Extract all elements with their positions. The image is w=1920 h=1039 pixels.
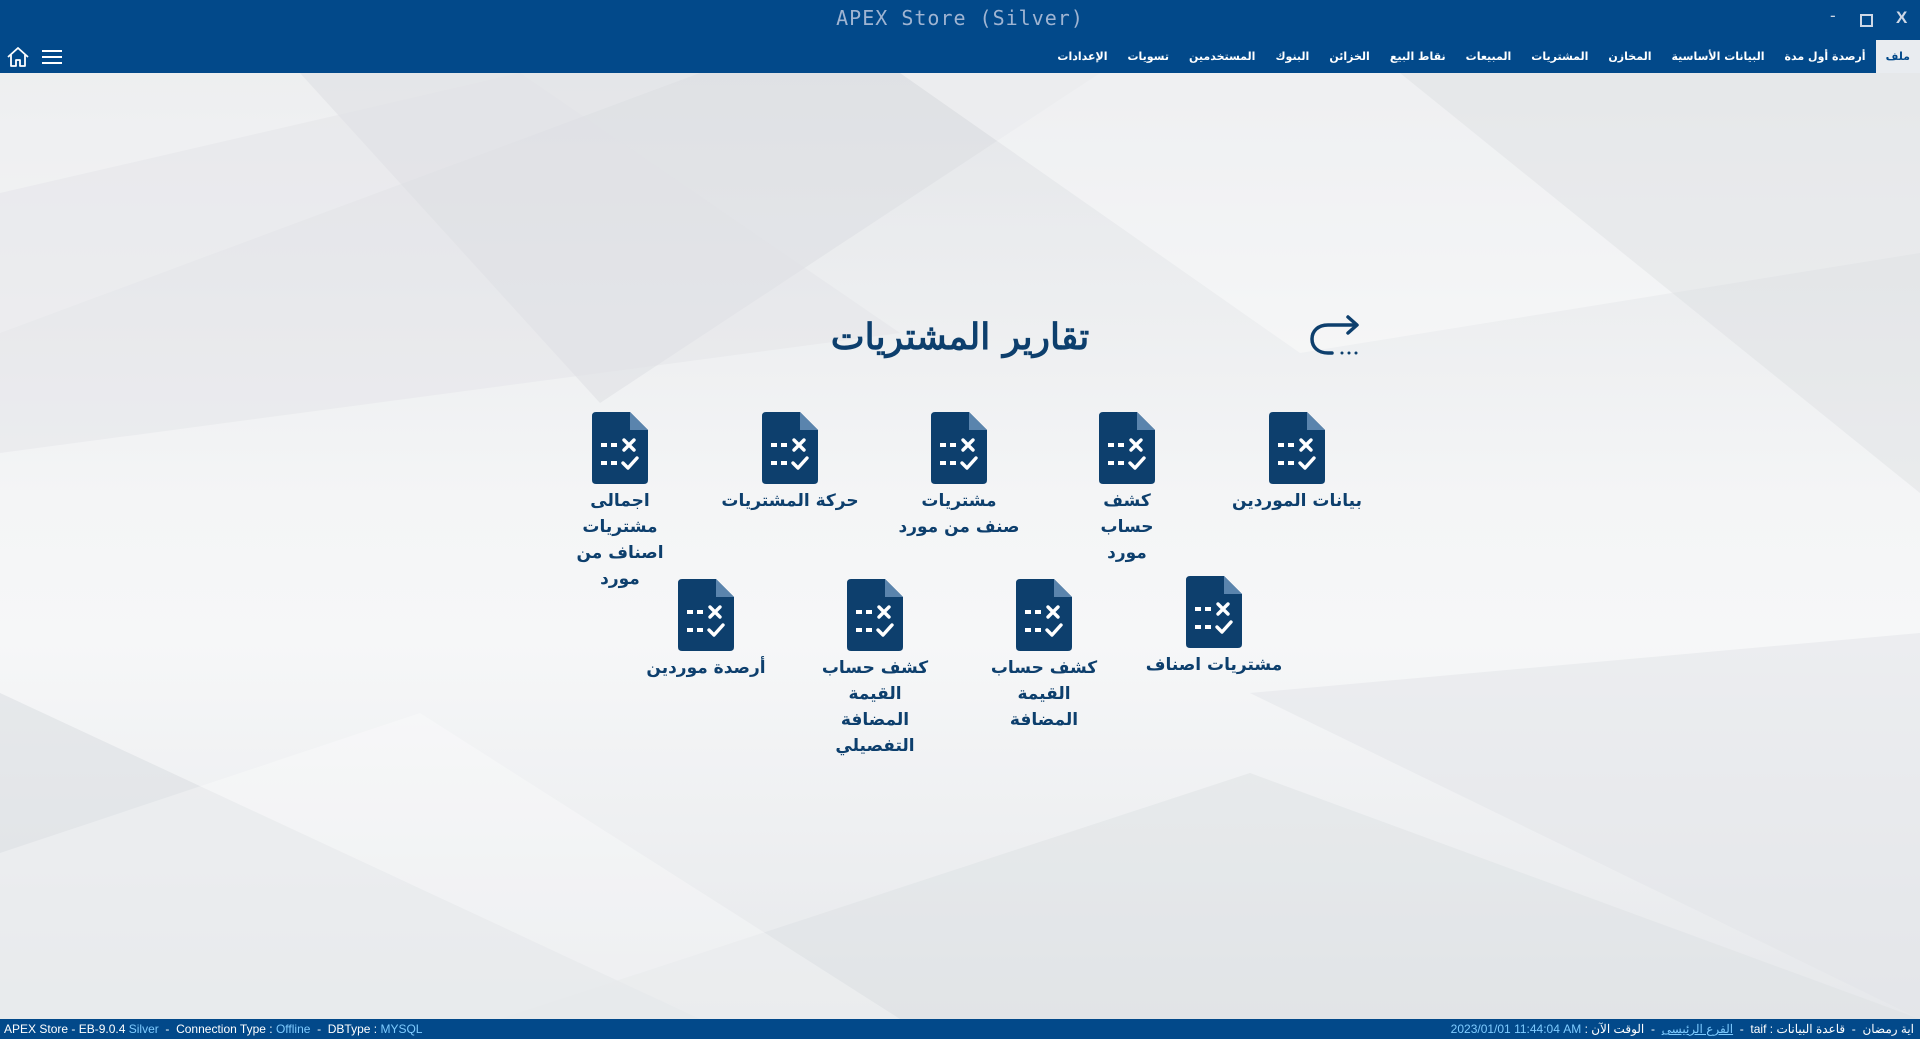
report-document-icon xyxy=(1186,576,1242,648)
background-pattern xyxy=(0,73,1920,1019)
close-button[interactable]: X xyxy=(1896,8,1907,28)
page-title: تقارير المشتريات xyxy=(830,316,1090,358)
report-document-icon xyxy=(1016,579,1072,651)
dbtype-value: MYSQL xyxy=(380,1022,423,1036)
tile-label: كشف حساب القيمة المضافة xyxy=(990,658,1098,730)
menu-item-stores[interactable]: المخازن xyxy=(1598,40,1661,73)
report-document-icon xyxy=(847,579,903,651)
report-document-icon xyxy=(1269,412,1325,484)
status-left: APEX Store - EB-9.0.4 Silver - Connectio… xyxy=(4,1019,422,1039)
menu-bar: ملف أرصدة أول مدة البيانات الأساسية المخ… xyxy=(0,40,1920,73)
menu-item-purchases[interactable]: المشتريات xyxy=(1521,40,1598,73)
app-title: APEX Store (Silver) xyxy=(836,6,1084,30)
database-value: taif xyxy=(1750,1022,1767,1036)
menu-item-sales[interactable]: المبيعات xyxy=(1456,40,1522,73)
menu-item-adjustments[interactable]: تسويات xyxy=(1117,40,1179,73)
edition: Silver xyxy=(128,1022,159,1036)
connection-label: Connection Type : xyxy=(176,1022,273,1036)
tile-total-items-purchases-from-supplier[interactable]: اجمالى مشتريات اصناف من مورد xyxy=(550,412,690,592)
report-document-icon xyxy=(762,412,818,484)
menu-item-opening-balances[interactable]: أرصدة أول مدة xyxy=(1775,40,1876,73)
tile-purchases-movement[interactable]: حركة المشتريات xyxy=(720,412,860,514)
status-bar: APEX Store - EB-9.0.4 Silver - Connectio… xyxy=(0,1019,1920,1039)
home-icon[interactable] xyxy=(6,45,30,69)
tile-supplier-statement[interactable]: كشف حساب مورد xyxy=(1057,412,1197,566)
database-label: قاعدة البيانات : xyxy=(1769,1022,1846,1036)
report-document-icon xyxy=(931,412,987,484)
tile-label: كشف حساب مورد xyxy=(1100,491,1154,563)
report-document-icon xyxy=(1099,412,1155,484)
tile-label: كشف حساب القيمة المضافة التفصيلي xyxy=(821,658,929,756)
tile-vat-statement-detailed[interactable]: كشف حساب القيمة المضافة التفصيلي xyxy=(805,579,945,759)
menu-items: ملف أرصدة أول مدة البيانات الأساسية المخ… xyxy=(1047,40,1920,73)
minimize-button[interactable]: - xyxy=(1830,6,1836,26)
tile-item-purchases-from-supplier[interactable]: مشتريات صنف من مورد xyxy=(889,412,1029,540)
product-version: APEX Store - EB-9.0.4 xyxy=(4,1022,126,1036)
tile-label: بيانات الموردين xyxy=(1232,491,1362,511)
separator: - xyxy=(1739,1022,1744,1036)
back-arrow-icon[interactable] xyxy=(1308,313,1366,363)
maximize-button[interactable] xyxy=(1860,14,1873,27)
main-area: تقارير المشتريات بيانات الموردين كشف حسا… xyxy=(0,73,1920,1019)
tile-suppliers-data[interactable]: بيانات الموردين xyxy=(1227,412,1367,514)
separator: - xyxy=(1650,1022,1655,1036)
connection-value: Offline xyxy=(275,1022,311,1036)
tile-vat-statement[interactable]: كشف حساب القيمة المضافة xyxy=(974,579,1114,733)
current-user: اية رمضان xyxy=(1862,1022,1914,1036)
menu-item-file[interactable]: ملف xyxy=(1875,40,1920,73)
menu-item-safes[interactable]: الخزائن xyxy=(1319,40,1379,73)
separator: - xyxy=(165,1022,170,1036)
separator: - xyxy=(317,1022,322,1036)
tile-label: أرصدة موردين xyxy=(646,658,766,678)
branch-link[interactable]: الفرع الرئيسى xyxy=(1662,1022,1733,1036)
menu-item-banks[interactable]: البنوك xyxy=(1265,40,1319,73)
time-label: الوقت الآن : xyxy=(1584,1022,1645,1036)
report-document-icon xyxy=(678,579,734,651)
hamburger-menu-icon[interactable] xyxy=(40,45,64,69)
menu-item-users[interactable]: المستخدمين xyxy=(1179,40,1265,73)
tile-label: مشتريات اصناف xyxy=(1145,655,1283,675)
report-document-icon xyxy=(592,412,648,484)
time-value: 2023/01/01 11:44:04 AM xyxy=(1450,1022,1582,1036)
tile-items-purchases[interactable]: مشتريات اصناف xyxy=(1144,576,1284,678)
tile-label: مشتريات صنف من مورد xyxy=(898,491,1020,537)
tile-label: اجمالى مشتريات اصناف من مورد xyxy=(576,491,664,589)
title-bar: APEX Store (Silver) - X xyxy=(0,0,1920,40)
menu-item-pos[interactable]: نقاط البيع xyxy=(1380,40,1456,73)
dbtype-label: DBType : xyxy=(327,1022,378,1036)
tile-label: حركة المشتريات xyxy=(721,491,859,511)
menubar-icons xyxy=(6,45,64,69)
tile-suppliers-balances[interactable]: أرصدة موردين xyxy=(636,579,776,681)
menu-item-settings[interactable]: الإعدادات xyxy=(1047,40,1117,73)
menu-item-basic-data[interactable]: البيانات الأساسية xyxy=(1661,40,1774,73)
separator: - xyxy=(1851,1022,1856,1036)
status-right: اية رمضان - قاعدة البيانات : taif - الفر… xyxy=(1451,1019,1914,1039)
